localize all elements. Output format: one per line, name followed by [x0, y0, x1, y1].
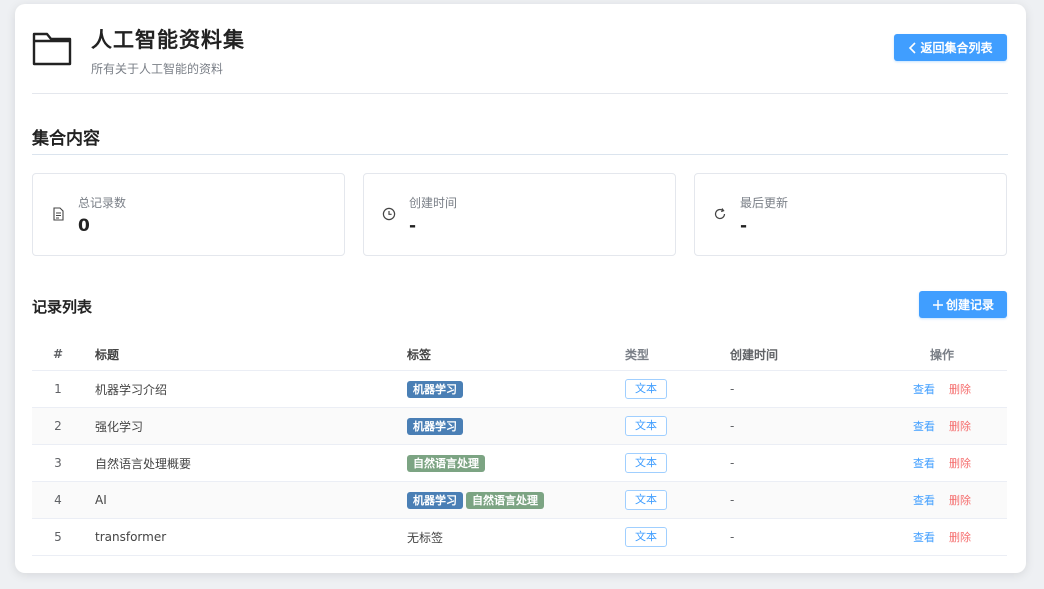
type-badge: 文本 [625, 453, 667, 473]
plus-icon [932, 299, 943, 310]
row-tags: 机器学习 [407, 371, 463, 407]
row-type: 文本 [625, 371, 667, 407]
row-index: 5 [54, 530, 62, 544]
row-index: 1 [54, 382, 62, 396]
page-title: 人工智能资料集 [91, 28, 245, 52]
table-row: 3 自然语言处理概要 自然语言处理 文本 - 查看 删除 [32, 445, 1007, 482]
table-row: 1 机器学习介绍 机器学习 文本 - 查看 删除 [32, 371, 1007, 408]
stat-label: 总记录数 [78, 196, 127, 210]
chevron-left-icon [909, 41, 917, 54]
stat-value: 0 [78, 216, 90, 236]
row-created: - [730, 493, 735, 507]
stat-label: 最后更新 [740, 196, 789, 210]
view-link[interactable]: 查看 [913, 492, 935, 508]
delete-link[interactable]: 删除 [949, 418, 971, 434]
tag-badge: 自然语言处理 [407, 454, 485, 472]
table-row: 5 transformer 无标签 文本 - 查看 删除 [32, 519, 1007, 556]
type-badge: 文本 [625, 416, 667, 436]
row-tags: 自然语言处理 [407, 445, 485, 481]
table-row: 4 AI 机器学习 自然语言处理 文本 - 查看 删除 [32, 482, 1007, 519]
document-icon [53, 207, 64, 221]
table-row: 2 强化学习 机器学习 文本 - 查看 删除 [32, 408, 1007, 445]
stat-label: 创建时间 [409, 196, 458, 210]
row-created: - [730, 419, 735, 433]
row-index: 4 [54, 493, 62, 507]
delete-link[interactable]: 删除 [949, 455, 971, 471]
row-index: 3 [54, 456, 62, 470]
table-header: # 标题 标签 类型 创建时间 操作 [32, 338, 1007, 371]
row-actions: 查看 删除 [902, 482, 982, 518]
folder-icon [32, 32, 72, 66]
tag-badge: 机器学习 [407, 491, 463, 509]
tag-badge: 机器学习 [407, 417, 463, 435]
row-actions: 查看 删除 [902, 445, 982, 481]
row-tags: 无标签 [407, 519, 443, 555]
tag-badge: 自然语言处理 [466, 491, 544, 509]
row-type: 文本 [625, 482, 667, 518]
row-type: 文本 [625, 519, 667, 555]
row-created: - [730, 530, 735, 544]
row-actions: 查看 删除 [902, 408, 982, 444]
stat-value: - [409, 216, 417, 236]
delete-link[interactable]: 删除 [949, 492, 971, 508]
back-to-collections-button[interactable]: 返回集合列表 [894, 34, 1007, 61]
row-actions: 查看 删除 [902, 371, 982, 407]
row-title: AI [95, 493, 107, 507]
row-created: - [730, 382, 735, 396]
row-type: 文本 [625, 408, 667, 444]
row-title: 机器学习介绍 [95, 382, 168, 397]
row-tags: 机器学习 [407, 408, 463, 444]
refresh-icon [714, 208, 726, 220]
create-record-button[interactable]: 创建记录 [919, 291, 1007, 318]
stat-value: - [740, 216, 748, 236]
type-badge: 文本 [625, 527, 667, 547]
view-link[interactable]: 查看 [913, 381, 935, 397]
delete-link[interactable]: 删除 [949, 381, 971, 397]
stat-total-records: 总记录数 0 [32, 173, 345, 256]
view-link[interactable]: 查看 [913, 455, 935, 471]
records-title: 记录列表 [32, 298, 93, 316]
column-header-index: # [52, 347, 64, 361]
view-link[interactable]: 查看 [913, 418, 935, 434]
header-divider [32, 93, 1008, 94]
row-title: transformer [95, 530, 167, 544]
stat-created-time: 创建时间 - [363, 173, 676, 256]
column-header-created: 创建时间 [730, 347, 779, 362]
view-link[interactable]: 查看 [913, 529, 935, 545]
collection-card: 人工智能资料集 所有关于人工智能的资料 返回集合列表 集合内容 总记录数 0 创… [15, 4, 1026, 573]
section-title: 集合内容 [32, 129, 100, 149]
row-index: 2 [54, 419, 62, 433]
clock-icon [382, 207, 396, 221]
records-table: # 标题 标签 类型 创建时间 操作 1 机器学习介绍 机器学习 文本 - 查看… [32, 338, 1007, 556]
delete-link[interactable]: 删除 [949, 529, 971, 545]
row-created: - [730, 456, 735, 470]
type-badge: 文本 [625, 490, 667, 510]
page-subtitle: 所有关于人工智能的资料 [91, 62, 224, 76]
column-header-tags: 标签 [407, 347, 432, 362]
row-title: 自然语言处理概要 [95, 456, 192, 471]
section-divider [32, 154, 1008, 155]
row-type: 文本 [625, 445, 667, 481]
column-header-type: 类型 [625, 347, 650, 362]
stat-last-updated: 最后更新 - [694, 173, 1007, 256]
column-header-title: 标题 [95, 347, 120, 362]
tag-badge: 机器学习 [407, 380, 463, 398]
row-tags: 机器学习 自然语言处理 [407, 482, 544, 518]
row-actions: 查看 删除 [902, 519, 982, 555]
column-header-actions: 操作 [929, 347, 954, 362]
type-badge: 文本 [625, 379, 667, 399]
no-tags-text: 无标签 [407, 530, 444, 545]
back-button-label: 返回集合列表 [920, 41, 993, 55]
create-button-label: 创建记录 [945, 298, 994, 312]
row-title: 强化学习 [95, 419, 144, 434]
